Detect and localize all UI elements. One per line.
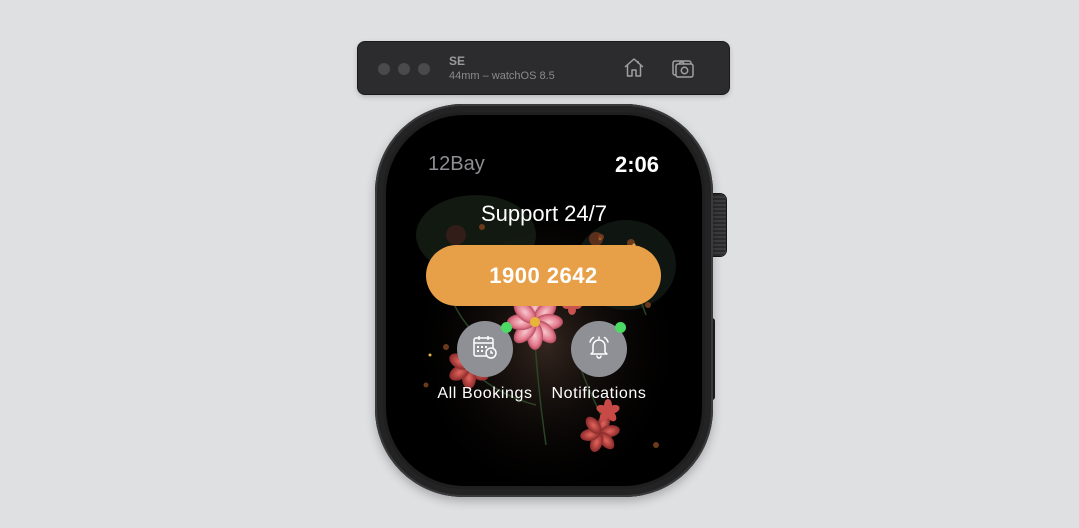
home-icon[interactable]	[622, 56, 646, 80]
all-bookings-label: All Bookings	[437, 385, 533, 402]
window-dot[interactable]	[398, 63, 410, 75]
all-bookings-icon-circle	[457, 321, 513, 377]
notifications-icon-circle	[571, 321, 627, 377]
notifications-button[interactable]: Notifications	[544, 321, 654, 403]
call-support-button[interactable]: 1900 2642	[426, 245, 661, 306]
support-title: Support 24/7	[481, 201, 607, 226]
phone-number: 1900 2642	[489, 262, 598, 288]
notifications-label: Notifications	[551, 385, 647, 402]
watch-screen: 12Bay 2:06 Support 24/7 1900 2642 All Bo…	[386, 115, 702, 486]
bell-icon	[586, 334, 612, 364]
window-dot[interactable]	[418, 63, 430, 75]
device-info: 44mm – watchOS 8.5	[449, 70, 555, 82]
bookings-badge	[501, 322, 512, 333]
screenshot-icon[interactable]	[671, 56, 695, 80]
window-dot[interactable]	[378, 63, 390, 75]
device-name: SE	[449, 54, 466, 68]
app-name: 12Bay	[428, 153, 485, 175]
all-bookings-button[interactable]: All Bookings	[430, 321, 540, 403]
simulator-toolbar: SE 44mm – watchOS 8.5	[358, 42, 729, 94]
clock-time: 2:06	[614, 152, 659, 177]
notifications-badge	[615, 322, 626, 333]
calendar-clock-icon	[472, 334, 498, 364]
